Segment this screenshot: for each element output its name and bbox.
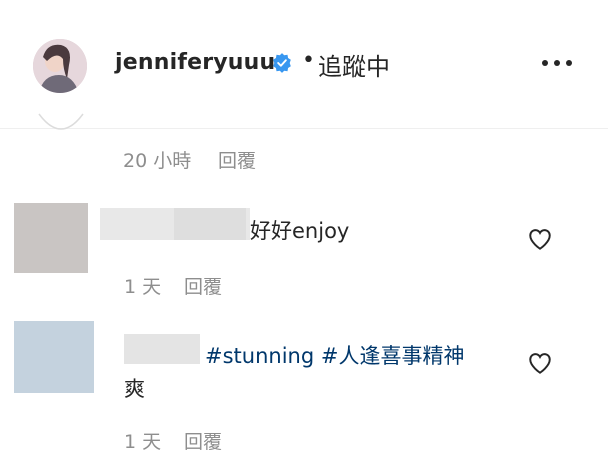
comment-time: 1 天 — [124, 431, 162, 453]
profile-avatar[interactable] — [33, 39, 87, 93]
reply-button[interactable]: 回覆 — [184, 272, 222, 299]
comment-text-line2: 爽 — [124, 377, 145, 401]
reply-button[interactable]: 回覆 — [184, 427, 222, 454]
commenter-avatar-redacted[interactable] — [14, 203, 88, 273]
previous-comment-avatar — [38, 113, 84, 130]
more-dot — [542, 60, 548, 66]
comment-text-line1: #stunning #人逢喜事精神 — [205, 340, 464, 370]
redaction-block — [174, 208, 246, 240]
reply-button[interactable]: 回覆 — [218, 146, 256, 173]
more-dot — [566, 60, 572, 66]
hashtag-link[interactable]: #人逢喜事精神 — [321, 344, 465, 368]
hashtag-link[interactable]: #stunning — [205, 344, 314, 368]
username[interactable]: jenniferyuuu — [115, 50, 275, 75]
comment-time: 1 天 — [124, 276, 162, 298]
commenter-name-redacted[interactable] — [124, 334, 200, 364]
more-options-icon[interactable] — [542, 56, 574, 70]
separator-dot: • — [302, 48, 315, 73]
following-button[interactable]: 追蹤中 — [318, 47, 390, 82]
comment-text: 好好enjoy — [250, 219, 350, 243]
commenter-avatar-redacted[interactable] — [14, 321, 94, 393]
post-header: jenniferyuuu • 追蹤中 — [0, 0, 608, 129]
more-dot — [554, 60, 560, 66]
heart-icon[interactable] — [527, 350, 553, 376]
comment-time: 20 小時 — [123, 150, 192, 172]
verified-badge-icon — [273, 53, 291, 73]
heart-icon[interactable] — [527, 226, 553, 252]
